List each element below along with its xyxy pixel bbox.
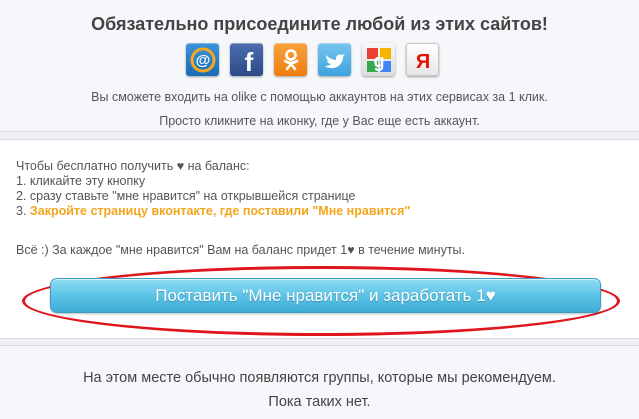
svg-text:g: g (373, 51, 384, 71)
reward-note: Всё :) За каждое "мне нравится" Вам на б… (16, 243, 466, 257)
facebook-icon[interactable]: f (230, 43, 263, 76)
social-icons-row: @ f g Я (186, 43, 439, 79)
odnoklassniki-icon[interactable] (274, 43, 307, 76)
yandex-ya-icon: Я (415, 51, 429, 73)
twitter-icon[interactable] (318, 43, 351, 76)
facebook-f-icon: f (244, 47, 253, 73)
recommended-groups-panel: На этом месте обычно появляются группы, … (0, 345, 639, 419)
instructions-step-3: 3. Закройте страницу вконтакте, где пост… (16, 204, 410, 219)
instructions-step-1: 1. кликайте эту кнопку (16, 174, 146, 188)
instructions-step-3-number: 3. (16, 204, 30, 218)
earn-panel: Чтобы бесплатно получить ♥ на баланс: 1.… (0, 139, 639, 339)
like-and-earn-label: Поставить "Мне нравится" и заработать 1♥ (155, 285, 496, 305)
connect-accounts-panel: Обязательно присоедините любой из этих с… (0, 0, 639, 132)
groups-empty-line1: На этом месте обычно появляются группы, … (83, 370, 556, 386)
connect-info-line1: Вы сможете входить на olike с помощью ак… (91, 90, 548, 104)
groups-empty-line2: Пока таких нет. (268, 394, 371, 410)
page: Обязательно присоедините любой из этих с… (0, 0, 639, 419)
google-icon[interactable]: g (362, 43, 395, 76)
odnoklassniki-figure-icon (283, 48, 298, 70)
mail-ru-icon[interactable]: @ (186, 43, 219, 76)
connect-title: Обязательно присоедините любой из этих с… (91, 14, 548, 34)
svg-text:@: @ (195, 52, 210, 69)
instructions-list: Чтобы бесплатно получить ♥ на баланс: 1.… (16, 159, 410, 219)
at-sign-icon: @ (190, 47, 215, 72)
google-g-icon: g (366, 47, 391, 72)
connect-info-line2: Просто кликните на иконку, где у Вас еще… (159, 114, 480, 128)
instructions-intro: Чтобы бесплатно получить ♥ на баланс: (16, 159, 250, 173)
instructions-step-2: 2. сразу ставьте "мне нравится" на откры… (16, 189, 356, 203)
instructions-step-3-highlight: Закройте страницу вконтакте, где постави… (29, 204, 411, 218)
like-and-earn-button[interactable]: Поставить "Мне нравится" и заработать 1♥ (50, 278, 601, 313)
svg-text:f: f (244, 47, 253, 73)
svg-text:Я: Я (415, 51, 429, 73)
twitter-bird-icon (324, 53, 345, 68)
yandex-icon[interactable]: Я (406, 43, 439, 76)
